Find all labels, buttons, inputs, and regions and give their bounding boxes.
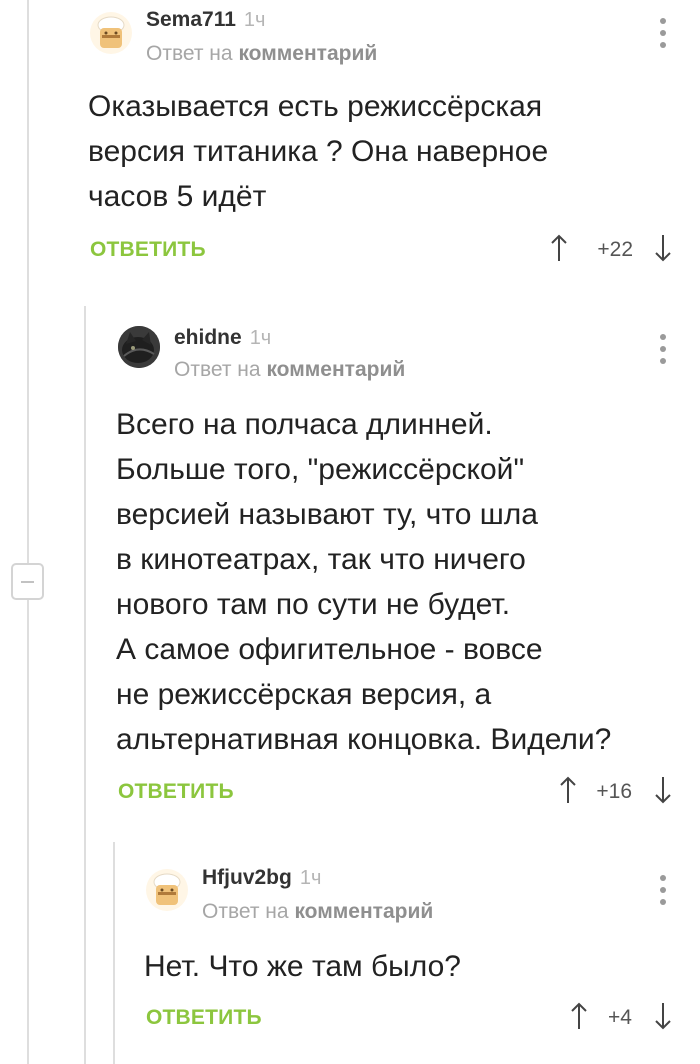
comment-thread: Sema711 1ч Ответ на комментарий Оказывает… [0, 0, 700, 1064]
comment-author[interactable]: Hfjuv2bg 1ч [202, 866, 321, 890]
chef-avatar-icon[interactable] [90, 12, 132, 54]
thread-line-level-2[interactable] [113, 842, 115, 1064]
upvote-arrow-icon[interactable] [559, 775, 577, 805]
reply-to-label: Ответ на комментарий [146, 42, 378, 65]
comment-author[interactable]: Sema711 1ч [146, 8, 265, 32]
comment-author[interactable]: ehidne 1ч [174, 326, 271, 350]
comment-text: Нет. Что же там было? [144, 950, 461, 983]
comment-time: 1ч [243, 9, 266, 31]
collapse-thread-button[interactable] [11, 563, 44, 600]
downvote-arrow-icon[interactable] [654, 775, 672, 805]
comment-text: Всего на полчаса длинней. Больше того, "… [116, 408, 612, 756]
comment: Hfjuv2bg 1ч Ответ на комментарий Нет. Что… [116, 842, 700, 1064]
reply-button[interactable]: ОТВЕТИТЬ [90, 238, 206, 262]
comment: ehidne 1ч Ответ на комментарий Всего на п… [88, 306, 700, 836]
comment-score: +4 [608, 1006, 632, 1029]
reply-to-label: Ответ на комментарий [202, 900, 434, 923]
thread-line-level-0[interactable] [27, 0, 29, 563]
reply-to-label: Ответ на комментарий [174, 358, 406, 381]
downvote-arrow-icon[interactable] [654, 1001, 672, 1031]
comment-score: +16 [596, 780, 632, 803]
comment: Sema711 1ч Ответ на комментарий Оказывает… [60, 0, 700, 290]
upvote-arrow-icon[interactable] [570, 1001, 588, 1031]
more-options-icon[interactable] [659, 875, 667, 905]
comment-text: Оказывается есть режиссёрская версия тит… [88, 90, 549, 213]
downvote-arrow-icon[interactable] [654, 233, 672, 263]
comment-time: 1ч [249, 327, 272, 349]
thread-line-level-0[interactable] [27, 600, 29, 1064]
reply-to-link[interactable]: комментарий [266, 358, 405, 381]
cat-avatar-icon[interactable] [118, 326, 160, 368]
reply-to-link[interactable]: комментарий [294, 900, 433, 923]
comment-score: +22 [597, 238, 633, 261]
more-options-icon[interactable] [659, 334, 667, 364]
reply-button[interactable]: ОТВЕТИТЬ [146, 1006, 262, 1030]
comment-time: 1ч [299, 867, 322, 889]
reply-button[interactable]: ОТВЕТИТЬ [118, 780, 234, 804]
chef-avatar-icon[interactable] [146, 869, 188, 911]
upvote-arrow-icon[interactable] [550, 233, 568, 263]
more-options-icon[interactable] [659, 18, 667, 48]
reply-to-link[interactable]: комментарий [238, 42, 377, 65]
thread-line-level-1[interactable] [84, 306, 86, 1064]
